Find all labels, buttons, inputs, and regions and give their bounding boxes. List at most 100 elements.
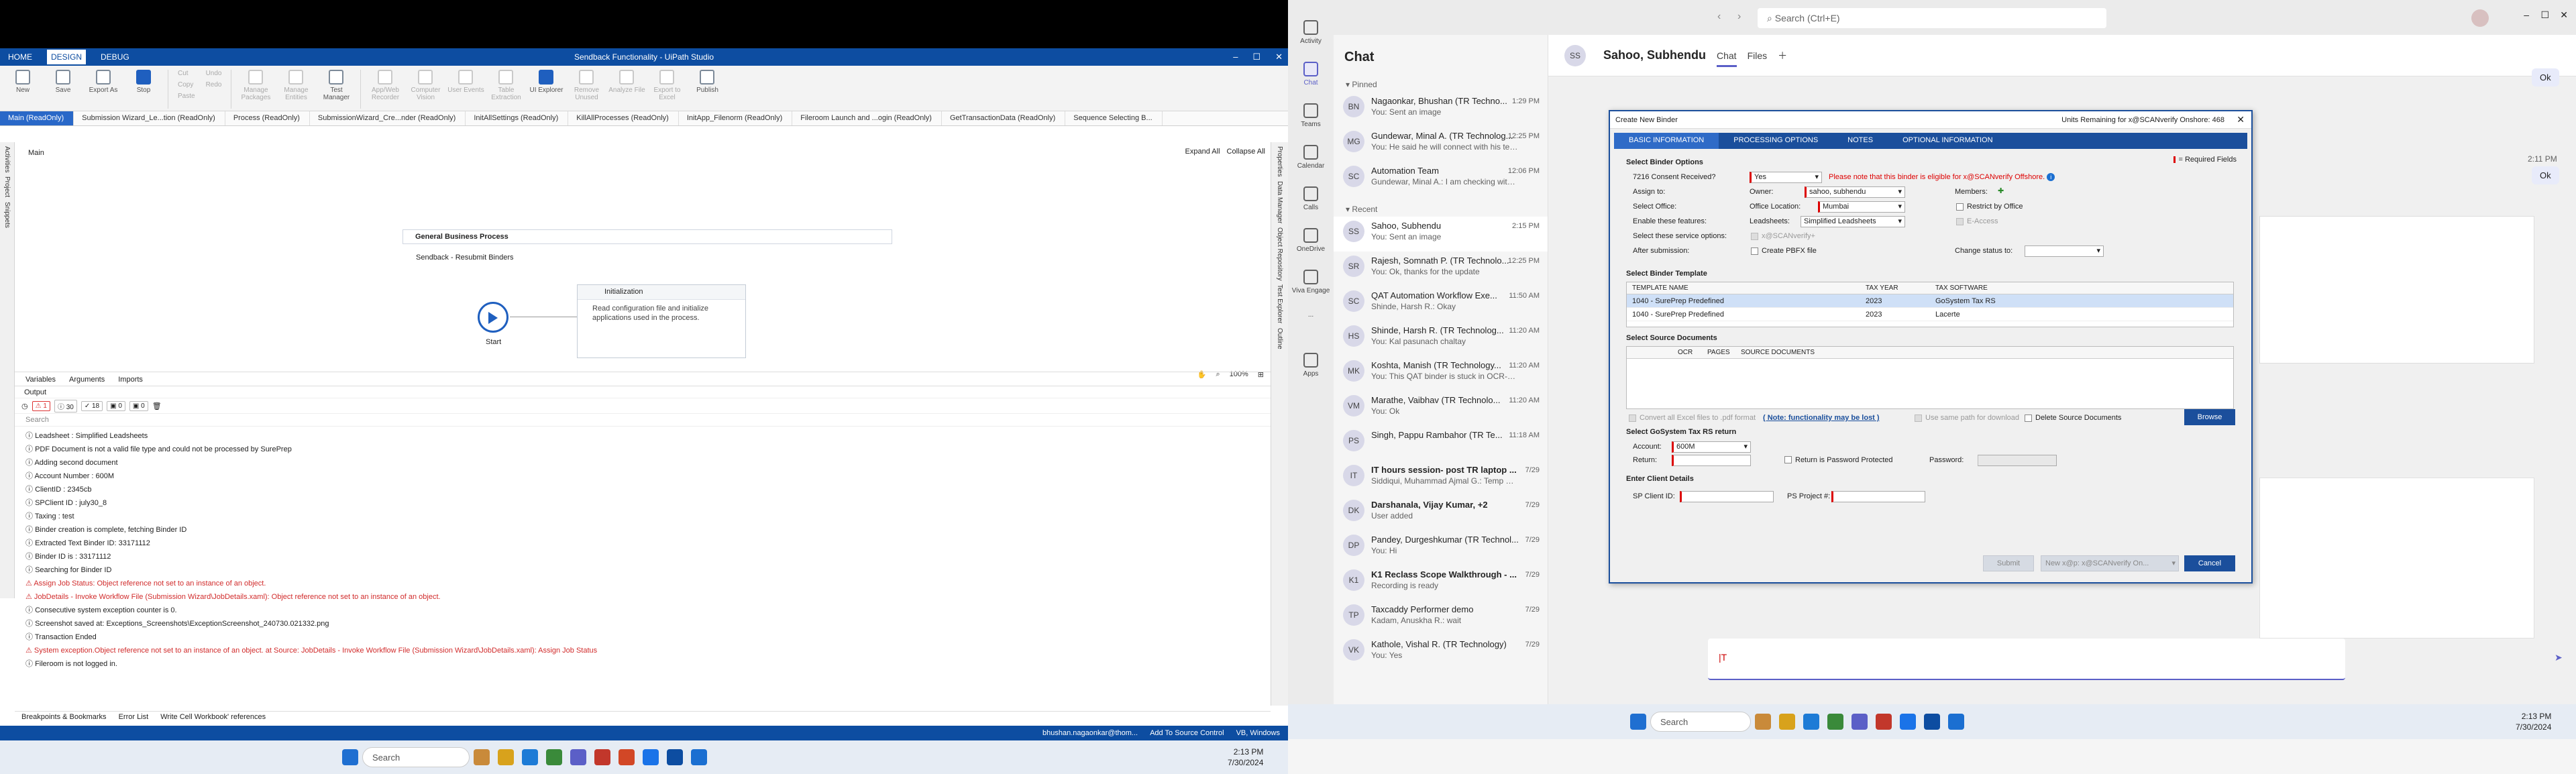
- breakpoints-tab[interactable]: Breakpoints & Bookmarks: [21, 713, 107, 722]
- file-explorer-icon[interactable]: [1779, 714, 1795, 730]
- chat-list-item[interactable]: BN Nagaonkar, Bhushan (TR Techno... You: S…: [1334, 92, 1548, 127]
- undo-button[interactable]: Undo: [206, 70, 222, 77]
- excel-icon[interactable]: [546, 749, 562, 765]
- chrome-icon[interactable]: [1900, 714, 1916, 730]
- chat-list-item[interactable]: SS Sahoo, Subhendu You: Sent an image 2:15 …: [1334, 217, 1548, 252]
- expand-all-button[interactable]: Expand All: [1185, 148, 1220, 156]
- tab-notes[interactable]: NOTES: [1833, 133, 1888, 149]
- object-repository-panel-tab[interactable]: Object Repository: [1276, 227, 1283, 280]
- trace-filter[interactable]: ✓ 18: [80, 400, 103, 411]
- consent-dropdown[interactable]: Yes: [1750, 172, 1822, 183]
- tab-processing-options[interactable]: PROCESSING OPTIONS: [1719, 133, 1833, 149]
- powerpoint-icon[interactable]: [619, 749, 635, 765]
- create-pbfx-checkbox[interactable]: [1751, 247, 1758, 255]
- app-icon[interactable]: [594, 749, 610, 765]
- eaccess-checkbox[interactable]: [1956, 218, 1964, 225]
- maximize-icon[interactable]: ☐: [2540, 9, 2549, 21]
- log-entry[interactable]: ⚠ Assign Job Status: Object reference no…: [25, 577, 1260, 590]
- message-bubble[interactable]: Ok: [2532, 68, 2559, 87]
- tab-document[interactable]: SubmissionWizard_Cre...nder (ReadOnly): [310, 111, 466, 125]
- rail-activity[interactable]: Activity: [1288, 13, 1334, 55]
- chat-list-item[interactable]: HS Shinde, Harsh R. (TR Technolog... You: …: [1334, 321, 1548, 356]
- save-button[interactable]: Save: [44, 70, 82, 94]
- source-control-status[interactable]: Add To Source Control: [1150, 729, 1224, 737]
- recent-section-label[interactable]: ▾ Recent: [1334, 197, 1548, 217]
- tab-document[interactable]: KillAllProcesses (ReadOnly): [568, 111, 679, 125]
- error-filter[interactable]: ⚠ 1: [32, 400, 50, 411]
- log-entry[interactable]: ⓘ SPClient ID : july30_8: [25, 496, 1260, 510]
- redo-button[interactable]: Redo: [206, 81, 222, 89]
- chat-list-item[interactable]: SC QAT Automation Workflow Exe... Shinde, …: [1334, 286, 1548, 321]
- minimize-icon[interactable]: –: [2524, 9, 2529, 20]
- info-icon[interactable]: i: [2047, 173, 2055, 181]
- table-extraction-button[interactable]: Table Extraction: [487, 70, 525, 101]
- file-explorer-icon[interactable]: [498, 749, 514, 765]
- rail-calls[interactable]: Calls: [1288, 180, 1334, 221]
- paste-button[interactable]: Paste: [178, 93, 195, 100]
- error-list-tab[interactable]: Error List: [119, 713, 149, 722]
- language-status[interactable]: VB, Windows: [1236, 729, 1280, 737]
- manage-entities-button[interactable]: Manage Entities: [277, 70, 315, 101]
- log-entry[interactable]: ⓘ Transaction Ended: [25, 630, 1260, 644]
- clear-icon[interactable]: 🗑: [152, 402, 162, 410]
- teams-icon[interactable]: [1851, 714, 1868, 730]
- chat-list-item[interactable]: PS Singh, Pappu Rambahor (TR Te... 11:18 A…: [1334, 426, 1548, 461]
- tab-main[interactable]: Main (ReadOnly): [0, 111, 74, 125]
- avatar[interactable]: [2471, 9, 2489, 27]
- collapse-all-button[interactable]: Collapse All: [1227, 148, 1265, 156]
- log-entry[interactable]: ⓘ Screenshot saved at: Exceptions_Screen…: [25, 617, 1260, 630]
- test-explorer-panel-tab[interactable]: Test Explorer: [1276, 284, 1283, 323]
- rail-calendar[interactable]: Calendar: [1288, 138, 1334, 180]
- members-icon[interactable]: ✚: [1998, 186, 2004, 195]
- excel-icon[interactable]: [1827, 714, 1843, 730]
- cancel-button[interactable]: Cancel: [2184, 555, 2235, 571]
- taskbar-search[interactable]: Search: [362, 747, 470, 767]
- leadsheets-dropdown[interactable]: Simplified Leadsheets: [1801, 216, 1905, 227]
- pinned-section-label[interactable]: ▾ Pinned: [1334, 72, 1548, 92]
- process-container-header[interactable]: General Business Process: [402, 229, 892, 244]
- activities-panel-tab[interactable]: Activities: [3, 146, 11, 172]
- references-tab[interactable]: Write Cell Workbook' references: [160, 713, 266, 722]
- tab-optional-information[interactable]: OPTIONAL INFORMATION: [1888, 133, 2007, 149]
- chat-list-item[interactable]: DP Pandey, Durgeshkumar (TR Technol... You…: [1334, 531, 1548, 565]
- shared-image[interactable]: [2259, 216, 2534, 364]
- template-row[interactable]: 1040 - SurePrep Predefined 2023 Lacerte: [1627, 308, 2233, 321]
- log-entry[interactable]: ⓘ PDF Document is not a valid file type …: [25, 443, 1260, 456]
- recorder-button[interactable]: App/Web Recorder: [366, 70, 404, 101]
- log-entry[interactable]: ⓘ Binder creation is complete, fetching …: [25, 523, 1260, 537]
- forward-icon[interactable]: ›: [1737, 11, 1741, 23]
- log-entry[interactable]: ⓘ ClientID : 2345cb: [25, 483, 1260, 496]
- rail-chat[interactable]: Chat: [1288, 55, 1334, 97]
- uipath-icon[interactable]: [1924, 714, 1940, 730]
- rail-viva-engage[interactable]: Viva Engage: [1288, 263, 1334, 305]
- uipath-icon[interactable]: [667, 749, 683, 765]
- chat-list-item[interactable]: SR Rajesh, Somnath P. (TR Technolo... You:…: [1334, 252, 1548, 286]
- compose-box[interactable]: |T: [1708, 639, 2345, 680]
- analyze-file-button[interactable]: Analyze File: [608, 70, 645, 94]
- shared-image[interactable]: [2259, 478, 2534, 639]
- breadcrumb[interactable]: Main: [28, 149, 44, 157]
- chrome-icon[interactable]: [643, 749, 659, 765]
- output-search-input[interactable]: Search: [15, 413, 1271, 427]
- log-entry[interactable]: ⓘ Consecutive system exception counter i…: [25, 604, 1260, 617]
- chat-list-item[interactable]: K1 K1 Reclass Scope Walkthrough - ... Reco…: [1334, 565, 1548, 600]
- log-entry[interactable]: ⓘ Taxing : test: [25, 510, 1260, 523]
- test-manager-button[interactable]: Test Manager: [317, 70, 355, 101]
- project-panel-tab[interactable]: Project: [3, 176, 11, 197]
- office-location-dropdown[interactable]: Mumbai: [1818, 201, 1905, 213]
- taskbar-clock[interactable]: 2:13 PM 7/30/2024: [1228, 747, 1263, 768]
- tab-document[interactable]: Process (ReadOnly): [225, 111, 310, 125]
- log-entry[interactable]: ⓘ Searching for Binder ID: [25, 563, 1260, 577]
- menu-home[interactable]: HOME: [8, 50, 32, 64]
- imports-tab[interactable]: Imports: [118, 376, 143, 384]
- user-events-button[interactable]: User Events: [447, 70, 484, 94]
- chat-list-item[interactable]: MG Gundewar, Minal A. (TR Technolog... You…: [1334, 127, 1548, 162]
- teams-icon[interactable]: [570, 749, 586, 765]
- tab-basic-information[interactable]: BASIC INFORMATION: [1614, 133, 1719, 149]
- export-excel-button[interactable]: Export to Excel: [648, 70, 686, 101]
- debug-filter[interactable]: ▣ 0: [107, 400, 125, 411]
- close-icon[interactable]: ✕: [2560, 9, 2568, 21]
- log-entry[interactable]: ⓘ Account Number : 600M: [25, 469, 1260, 483]
- new-status-dropdown[interactable]: New x@p: x@SCANverify On...: [2041, 555, 2179, 571]
- log-entry[interactable]: ⓘ Binder ID is : 33171112: [25, 550, 1260, 563]
